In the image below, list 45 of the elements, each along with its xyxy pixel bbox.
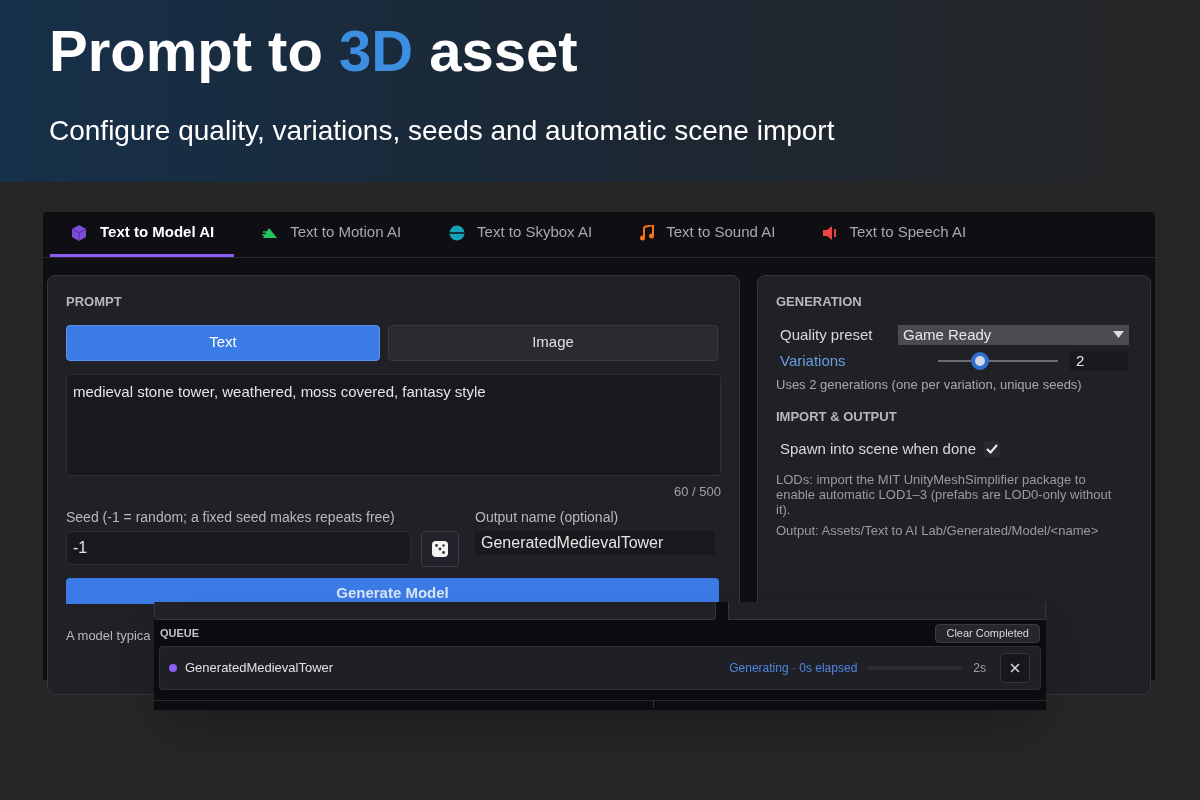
tab[interactable]: Text to Skybox AI bbox=[429, 211, 613, 257]
section-heading: GENERATION bbox=[776, 293, 862, 311]
hint-text: Uses 2 generations (one per variation, unique seeds) bbox=[776, 375, 1082, 394]
slider-thumb[interactable] bbox=[971, 352, 989, 371]
close-button[interactable] bbox=[1000, 653, 1030, 683]
output-name-field[interactable]: GeneratedMedievalTower bbox=[475, 531, 715, 555]
speaker-icon bbox=[823, 224, 838, 241]
close-icon bbox=[1010, 663, 1020, 673]
info-text: LODs: import the MIT UnityMeshSimplifier package to enable automatic LOD1–3 (prefabs are LOD0-only without it). bbox=[776, 472, 1113, 517]
triangle-icon bbox=[262, 226, 279, 239]
music-note-icon bbox=[640, 224, 655, 241]
cube-icon bbox=[70, 223, 88, 242]
globe-icon bbox=[449, 224, 466, 241]
tab[interactable]: Text to Sound AI bbox=[620, 211, 796, 257]
clear-completed-button[interactable]: Clear Completed bbox=[935, 624, 1040, 643]
info-text: Output: Assets/Text to AI Lab/Generated/Model/<name> bbox=[776, 522, 1099, 540]
mode-toggle[interactable]: Image bbox=[388, 324, 718, 361]
hint-text: A model typica bbox=[66, 627, 151, 645]
seed-field[interactable]: -1 bbox=[66, 531, 411, 565]
dice-icon bbox=[431, 540, 449, 558]
banner-subtitle: Configure quality, variations, seeds and automatic scene import bbox=[49, 114, 835, 148]
character-counter: 60 / 500 bbox=[674, 482, 721, 501]
field-label: Variations bbox=[780, 351, 847, 371]
variations-slider[interactable] bbox=[938, 352, 1058, 371]
tab[interactable]: Text to Speech AI bbox=[803, 211, 987, 257]
field-label: Quality preset bbox=[780, 324, 874, 345]
mode-toggle[interactable]: Text bbox=[66, 324, 380, 361]
quality-dropdown[interactable]: Game Ready bbox=[898, 324, 1129, 345]
section-heading: QUEUE bbox=[160, 626, 200, 642]
queue-item-name: GeneratedMedievalTower bbox=[185, 659, 334, 678]
random-seed-button[interactable] bbox=[421, 531, 459, 567]
checkbox-label: Spawn into scene when done bbox=[780, 438, 976, 459]
field-label: Seed (-1 = random; a fixed seed makes repeats free) bbox=[66, 508, 395, 527]
section-heading: IMPORT & OUTPUT bbox=[776, 408, 897, 426]
tab[interactable]: Text to Model AI bbox=[50, 211, 235, 257]
status-text: Generating · 0s elapsed bbox=[729, 660, 858, 677]
elapsed-time: 2s bbox=[973, 660, 986, 677]
section-heading: PROMPT bbox=[66, 293, 122, 311]
caret-icon bbox=[1113, 331, 1124, 339]
checkmark-icon bbox=[986, 443, 998, 454]
prompt-field[interactable]: medieval stone tower, weathered, moss covered, fantasy style bbox=[66, 373, 721, 476]
variations-field[interactable]: 2 bbox=[1070, 351, 1128, 372]
field-label: Output name (optional) bbox=[475, 508, 619, 527]
spawn-checkbox[interactable] bbox=[984, 440, 1000, 457]
tab[interactable]: Text to Motion AI bbox=[242, 211, 422, 257]
